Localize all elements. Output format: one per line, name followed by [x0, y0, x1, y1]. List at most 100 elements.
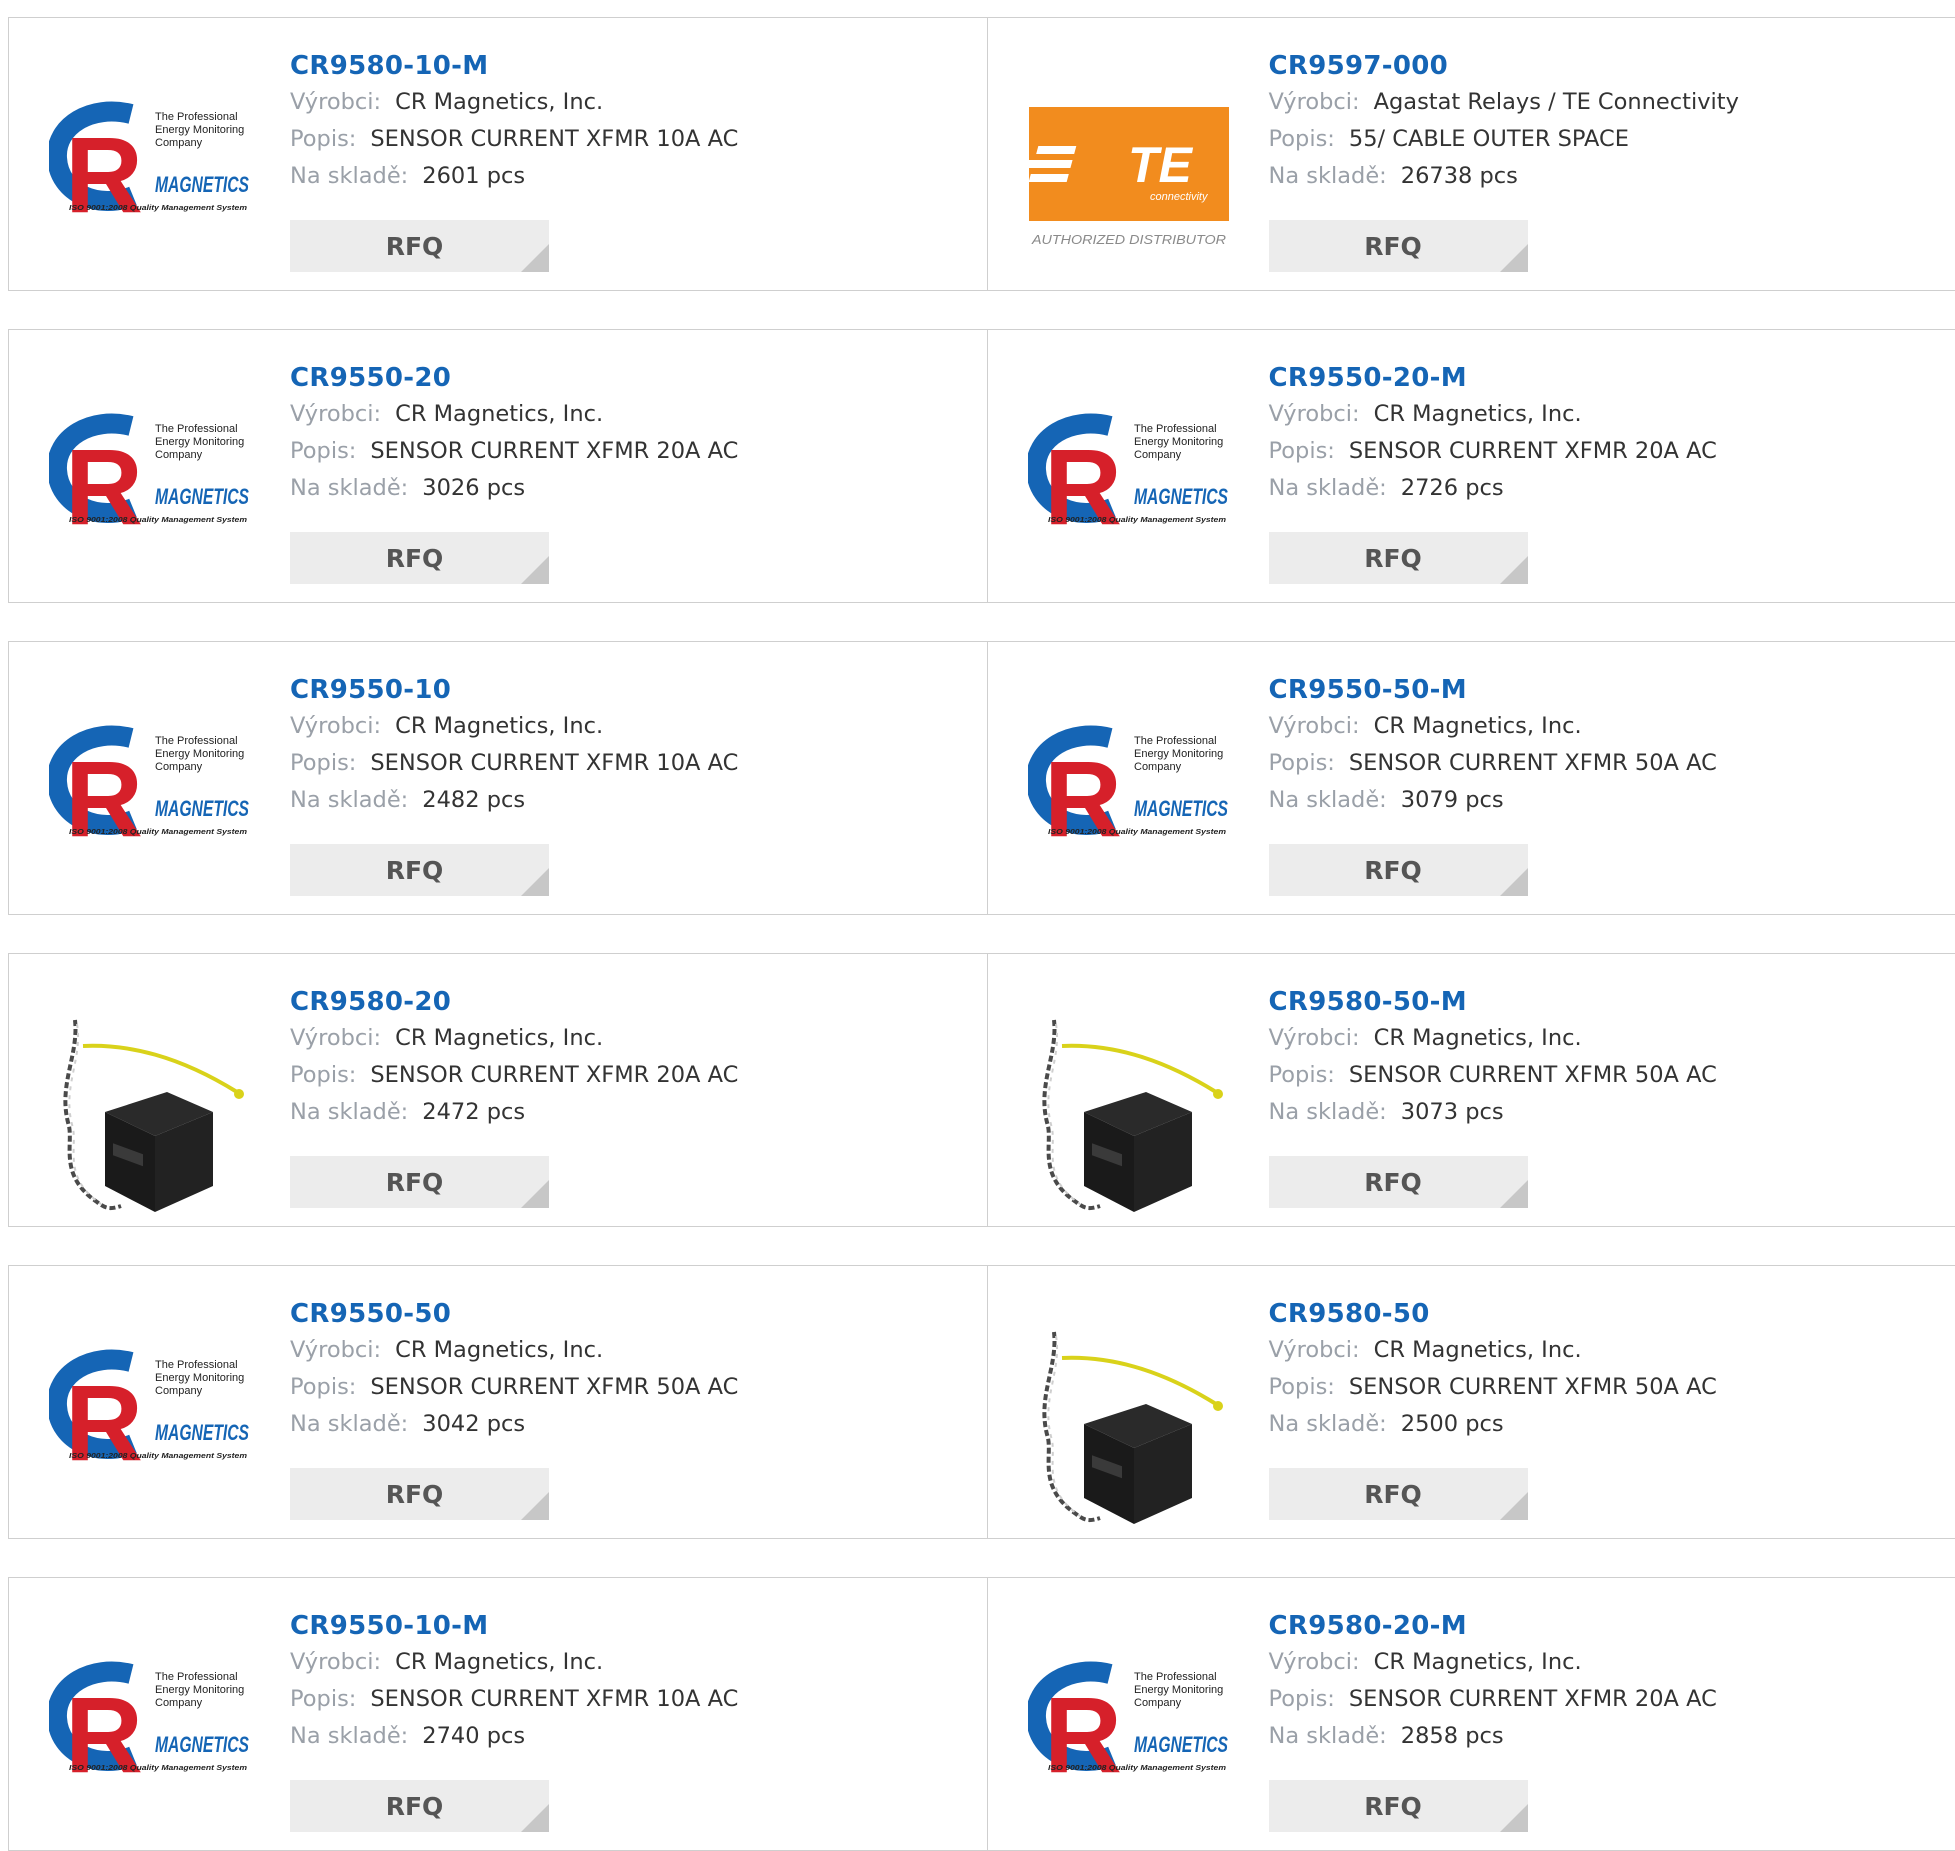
stock-value: 2726 pcs — [1401, 475, 1504, 501]
rfq-button[interactable]: RFQ — [290, 1780, 549, 1832]
svg-text:MAGNETICS: MAGNETICS — [155, 1732, 249, 1757]
product-image[interactable]: R The Professional Energy Monitoring Com… — [49, 392, 251, 594]
product-row: R The Professional Energy Monitoring Com… — [8, 641, 1955, 915]
product-image[interactable]: R The Professional Energy Monitoring Com… — [1028, 392, 1230, 594]
part-number-link[interactable]: CR9597-000 — [1269, 48, 1739, 84]
rfq-button[interactable]: RFQ — [1269, 532, 1528, 584]
product-info: CR9550-10 Výrobci:CR Magnetics, Inc. Pop… — [290, 672, 738, 819]
manufacturer-row: Výrobci:CR Magnetics, Inc. — [290, 84, 738, 121]
cr-letter-r: R — [65, 114, 143, 235]
part-number-link[interactable]: CR9580-20-M — [1269, 1608, 1717, 1644]
product-image[interactable]: R The Professional Energy Monitoring Com… — [49, 704, 251, 906]
part-number-link[interactable]: CR9550-50 — [290, 1296, 738, 1332]
product-image[interactable]: TE connectivity AUTHORIZED DISTRIBUTOR — [1028, 80, 1230, 282]
manufacturer-row: Výrobci:CR Magnetics, Inc. — [1269, 708, 1717, 745]
svg-text:ISO 9001:2008 Quality Manageme: ISO 9001:2008 Quality Management System — [1048, 515, 1226, 524]
product-image[interactable] — [1028, 1016, 1230, 1218]
product-image[interactable] — [49, 1016, 251, 1218]
product-image[interactable] — [1028, 1328, 1230, 1530]
product-card: CR9580-50 Výrobci:CR Magnetics, Inc. Pop… — [987, 1266, 1955, 1538]
rfq-button[interactable]: RFQ — [1269, 1156, 1528, 1208]
part-number-link[interactable]: CR9580-10-M — [290, 48, 738, 84]
corner-decoration — [1500, 1180, 1528, 1208]
cr-magnetics-logo: R The Professional Energy Monitoring Com… — [49, 80, 251, 282]
svg-text:The Professional: The Professional — [155, 1359, 238, 1371]
description-row: Popis:SENSOR CURRENT XFMR 50A AC — [1269, 1369, 1717, 1406]
product-info: CR9597-000 Výrobci:Agastat Relays / TE C… — [1269, 48, 1739, 195]
cr-magnetics-logo: R The Professional Energy Monitoring Com… — [49, 392, 251, 594]
product-info: CR9580-20-M Výrobci:CR Magnetics, Inc. P… — [1269, 1608, 1717, 1755]
product-row: CR9580-20 Výrobci:CR Magnetics, Inc. Pop… — [8, 953, 1955, 1227]
rfq-label: RFQ — [386, 232, 444, 261]
svg-text:MAGNETICS: MAGNETICS — [155, 1420, 249, 1445]
part-number-link[interactable]: CR9550-20 — [290, 360, 738, 396]
svg-text:ISO 9001:2008 Quality Manageme: ISO 9001:2008 Quality Management System — [69, 1763, 247, 1772]
description-row: Popis:SENSOR CURRENT XFMR 10A AC — [290, 121, 738, 158]
stock-label: Na skladě: — [290, 1723, 408, 1749]
svg-text:MAGNETICS: MAGNETICS — [1134, 1732, 1228, 1757]
manufacturer-row: Výrobci:Agastat Relays / TE Connectivity — [1269, 84, 1739, 121]
rfq-button[interactable]: RFQ — [1269, 1468, 1528, 1520]
rfq-button[interactable]: RFQ — [290, 1156, 549, 1208]
description-label: Popis: — [1269, 1062, 1335, 1088]
corner-decoration — [1500, 1804, 1528, 1832]
svg-text:ISO 9001:2008 Quality Manageme: ISO 9001:2008 Quality Management System — [69, 827, 247, 836]
product-info: CR9550-20-M Výrobci:CR Magnetics, Inc. P… — [1269, 360, 1717, 507]
description-label: Popis: — [290, 750, 356, 776]
description-row: Popis:SENSOR CURRENT XFMR 10A AC — [290, 745, 738, 782]
part-number-link[interactable]: CR9580-50-M — [1269, 984, 1717, 1020]
stock-row: Na skladě: 2740 pcs — [290, 1718, 738, 1755]
rfq-label: RFQ — [386, 1480, 444, 1509]
rfq-label: RFQ — [1364, 856, 1422, 885]
description-value: SENSOR CURRENT XFMR 50A AC — [370, 1374, 738, 1400]
part-number-link[interactable]: CR9550-50-M — [1269, 672, 1717, 708]
svg-text:The Professional: The Professional — [1134, 423, 1217, 435]
manufacturer-value: CR Magnetics, Inc. — [1374, 1649, 1582, 1675]
product-row: R The Professional Energy Monitoring Com… — [8, 17, 1955, 291]
description-value: SENSOR CURRENT XFMR 10A AC — [370, 1686, 738, 1712]
stock-label: Na skladě: — [1269, 1411, 1387, 1437]
rfq-button[interactable]: RFQ — [1269, 1780, 1528, 1832]
description-value: SENSOR CURRENT XFMR 20A AC — [370, 438, 738, 464]
description-row: Popis:SENSOR CURRENT XFMR 50A AC — [1269, 745, 1717, 782]
cr-letter-r: R — [65, 426, 143, 547]
rfq-button[interactable]: RFQ — [290, 532, 549, 584]
product-image[interactable]: R The Professional Energy Monitoring Com… — [1028, 704, 1230, 906]
product-image[interactable]: R The Professional Energy Monitoring Com… — [49, 80, 251, 282]
rfq-label: RFQ — [1364, 1480, 1422, 1509]
product-info: CR9580-50 Výrobci:CR Magnetics, Inc. Pop… — [1269, 1296, 1717, 1443]
product-image[interactable]: R The Professional Energy Monitoring Com… — [1028, 1640, 1230, 1842]
rfq-button[interactable]: RFQ — [1269, 844, 1528, 896]
product-card: R The Professional Energy Monitoring Com… — [987, 1578, 1955, 1850]
manufacturer-label: Výrobci: — [1269, 1649, 1360, 1675]
current-sensor-photo — [1028, 1016, 1230, 1218]
cr-magnetics-logo: R The Professional Energy Monitoring Com… — [1028, 1640, 1230, 1842]
part-number-link[interactable]: CR9550-10-M — [290, 1608, 738, 1644]
stock-row: Na skladě:3079 pcs — [1269, 782, 1717, 819]
svg-text:Company: Company — [1134, 761, 1182, 773]
stock-label: Na skladě: — [1269, 1099, 1387, 1125]
part-number-link[interactable]: CR9580-20 — [290, 984, 738, 1020]
manufacturer-value: CR Magnetics, Inc. — [1374, 1025, 1582, 1051]
product-row: R The Professional Energy Monitoring Com… — [8, 1577, 1955, 1851]
description-value: SENSOR CURRENT XFMR 20A AC — [1349, 1686, 1717, 1712]
svg-text:ISO 9001:2008 Quality Manageme: ISO 9001:2008 Quality Management System — [1048, 827, 1226, 836]
description-value: 55/ CABLE OUTER SPACE — [1349, 126, 1629, 152]
stock-row: Na skladě:3073 pcs — [1269, 1094, 1717, 1131]
stock-value: 2740 pcs — [422, 1723, 525, 1749]
rfq-button[interactable]: RFQ — [1269, 220, 1528, 272]
svg-text:ISO 9001:2008 Quality Manageme: ISO 9001:2008 Quality Management System — [69, 1451, 247, 1460]
cr-magnetics-logo: R The Professional Energy Monitoring Com… — [49, 1640, 251, 1842]
rfq-button[interactable]: RFQ — [290, 220, 549, 272]
rfq-button[interactable]: RFQ — [290, 1468, 549, 1520]
part-number-link[interactable]: CR9550-20-M — [1269, 360, 1717, 396]
product-image[interactable]: R The Professional Energy Monitoring Com… — [49, 1328, 251, 1530]
part-number-link[interactable]: CR9550-10 — [290, 672, 738, 708]
product-image[interactable]: R The Professional Energy Monitoring Com… — [49, 1640, 251, 1842]
stock-row: Na skladě:3042 pcs — [290, 1406, 738, 1443]
svg-text:ISO 9001:2008 Quality Manageme: ISO 9001:2008 Quality Management System — [69, 515, 247, 524]
part-number-link[interactable]: CR9580-50 — [1269, 1296, 1717, 1332]
corner-decoration — [521, 244, 549, 272]
rfq-label: RFQ — [386, 1792, 444, 1821]
rfq-button[interactable]: RFQ — [290, 844, 549, 896]
